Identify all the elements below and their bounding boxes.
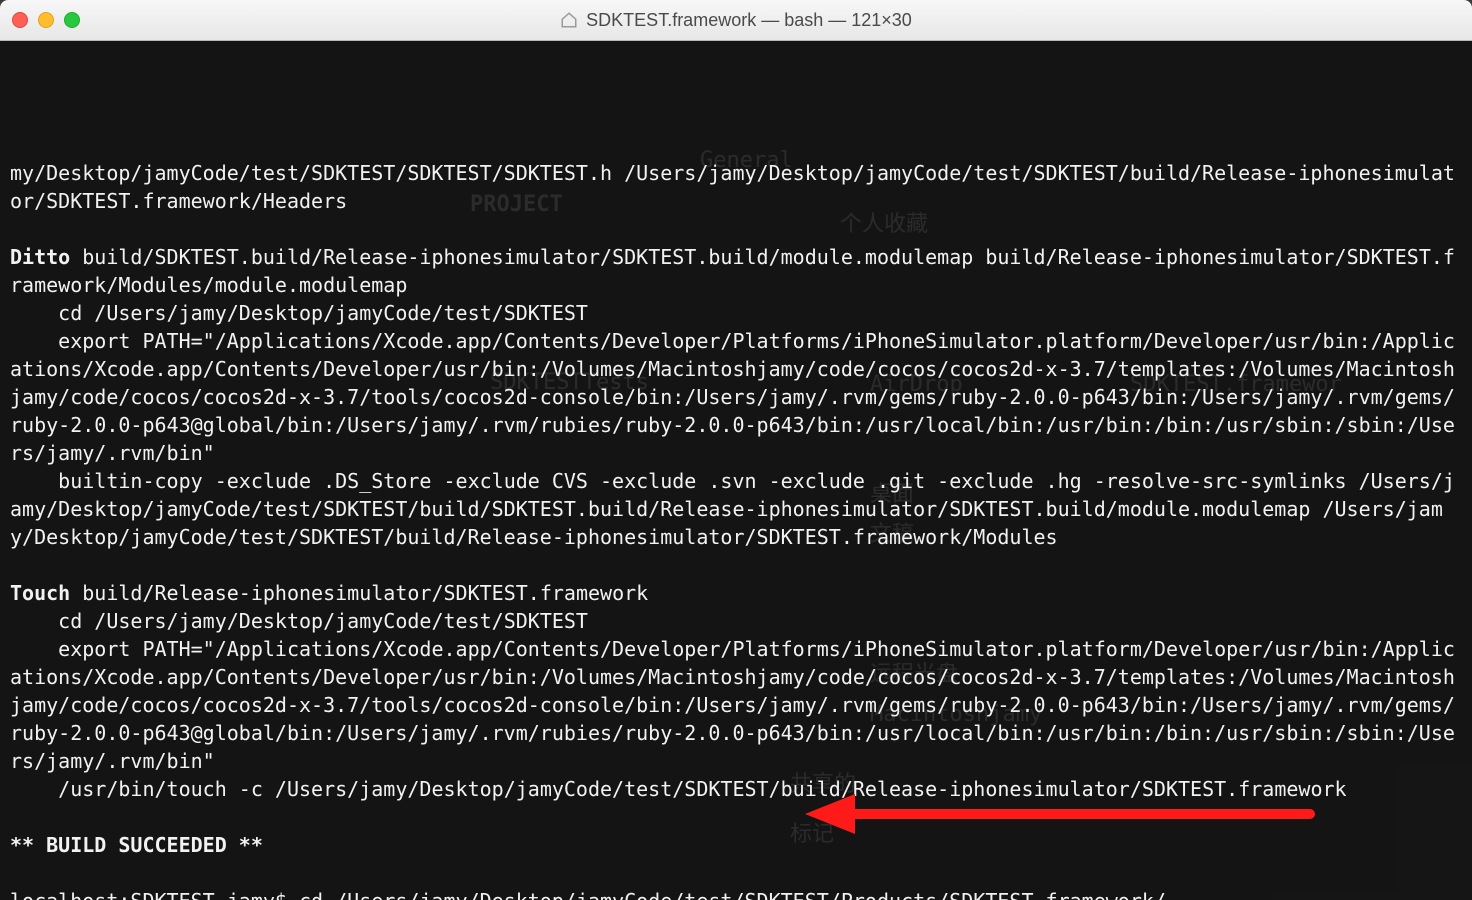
bg-tags: 标记 (790, 821, 834, 849)
build-succeeded: ** BUILD SUCCEEDED ** (10, 833, 263, 857)
close-button[interactable] (12, 12, 28, 28)
window-title-text: SDKTEST.framework — bash — 121×30 (586, 10, 912, 31)
terminal-line: build/SDKTEST.build/Release-iphonesimula… (10, 245, 1455, 297)
terminal-line: build/Release-iphonesimulator/SDKTEST.fr… (70, 581, 648, 605)
terminal-line: cd /Users/jamy/Desktop/jamyCode/test/SDK… (10, 609, 588, 633)
terminal-line: builtin-copy -exclude .DS_Store -exclude… (10, 469, 1455, 549)
traffic-lights (12, 12, 80, 28)
terminal-line: cd /Users/jamy/Desktop/jamyCode/test/SDK… (10, 301, 588, 325)
titlebar: SDKTEST.framework — bash — 121×30 (0, 0, 1472, 41)
touch-keyword: Touch (10, 581, 70, 605)
prompt-line: localhost:SDKTEST jamy$ cd /Users/jamy/D… (10, 889, 1166, 900)
terminal-line: export PATH="/Applications/Xcode.app/Con… (10, 329, 1455, 465)
maximize-button[interactable] (64, 12, 80, 28)
window-title: SDKTEST.framework — bash — 121×30 (0, 10, 1472, 31)
terminal-window: SDKTEST.framework — bash — 121×30 Genera… (0, 0, 1472, 900)
ditto-keyword: Ditto (10, 245, 70, 269)
terminal-line: /usr/bin/touch -c /Users/jamy/Desktop/ja… (10, 777, 1347, 801)
bg-project: PROJECT (470, 191, 563, 219)
terminal-line: export PATH="/Applications/Xcode.app/Con… (10, 637, 1455, 773)
minimize-button[interactable] (38, 12, 54, 28)
terminal-body[interactable]: General PROJECT SDKTESTTests 个人收藏 AirDro… (0, 41, 1472, 900)
home-icon (560, 11, 578, 29)
bg-favorites: 个人收藏 (840, 211, 928, 239)
terminal-line: my/Desktop/jamyCode/test/SDKTEST/SDKTEST… (10, 161, 1455, 213)
